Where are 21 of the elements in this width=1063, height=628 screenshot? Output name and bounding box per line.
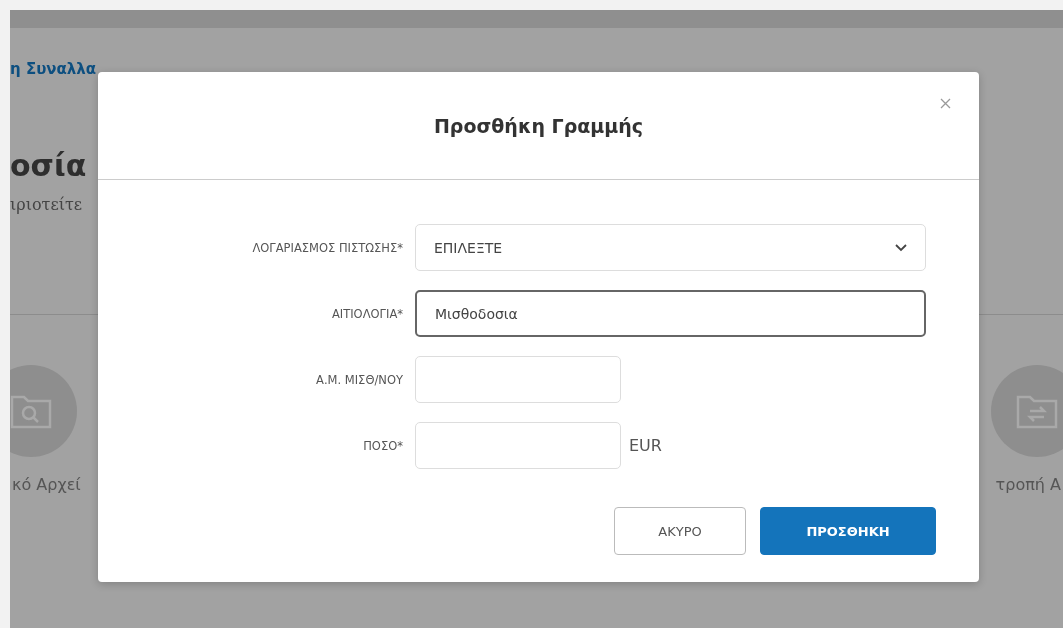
field-label: ΛΟΓΑΡΙΑΣΜΟΣ ΠΙΣΤΩΣΗΣ* (251, 240, 403, 255)
page-heading: οσία (10, 148, 88, 183)
input-field[interactable] (415, 422, 621, 469)
folder-search-tile[interactable] (10, 365, 77, 457)
input-field[interactable]: Μισθοδοσια (415, 290, 926, 337)
folder-swap-tile[interactable] (991, 365, 1063, 457)
field-label: Α.Μ. ΜΙΣΘ/ΝΟΥ (315, 372, 403, 387)
select-field[interactable]: ΕΠΙΛΕΞΤΕ (415, 224, 926, 271)
dialog-title: Προσθήκη Γραμμής (433, 114, 644, 137)
currency-label: EUR (629, 436, 662, 455)
tile-label: κό Αρχεί (11, 475, 82, 494)
add-button[interactable]: ΠΡΟΣΘΗΚΗ (760, 507, 936, 555)
field-label: ΑΙΤΙΟΛΟΓΙΑ* (330, 306, 403, 321)
page-subtitle: ιριοτείτε (10, 195, 84, 214)
close-icon (940, 98, 951, 109)
input-field[interactable] (415, 356, 621, 403)
chevron-down-icon (895, 243, 907, 252)
close-button[interactable] (938, 96, 953, 111)
cancel-button[interactable]: ΑΚΥΡΟ (614, 507, 746, 555)
field-label: ΠΟΣΟ* (362, 438, 403, 453)
tile-label: τροπή Α (994, 475, 1062, 494)
